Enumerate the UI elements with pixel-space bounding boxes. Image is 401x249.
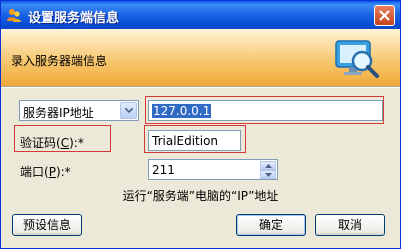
hint-text: 运行“服务端”电脑的“IP”地址 <box>122 189 279 203</box>
window-title: 设置服务端信息 <box>28 11 120 26</box>
close-button[interactable] <box>374 5 395 26</box>
header-divider <box>1 86 400 88</box>
dialog-window: 设置服务端信息 录入服务器端信息 服务器IP地址 127.0.0.1 验证码(C… <box>0 0 401 249</box>
ok-button[interactable]: 确定 <box>236 214 306 236</box>
chevron-down-icon <box>125 108 133 113</box>
highlight-box-code <box>144 125 246 153</box>
highlight-box-code-label <box>14 125 111 152</box>
cancel-button[interactable]: 取消 <box>315 214 385 236</box>
header-text: 录入服务器端信息 <box>11 54 108 68</box>
address-type-value: 服务器IP地址 <box>23 106 94 120</box>
port-label: 端口(P):* <box>20 165 71 179</box>
port-value: 211 <box>152 163 175 177</box>
port-input[interactable]: 211 <box>148 159 278 180</box>
address-type-select[interactable]: 服务器IP地址 <box>19 100 139 121</box>
dropdown-button[interactable] <box>120 102 137 119</box>
arrow-up-icon <box>265 164 272 168</box>
highlight-box-ip <box>145 96 384 124</box>
app-icon <box>6 7 22 23</box>
monitor-search-icon <box>335 40 379 78</box>
port-decrement-button[interactable] <box>260 170 276 179</box>
preset-info-button[interactable]: 预设信息 <box>12 214 82 236</box>
title-bar[interactable]: 设置服务端信息 <box>1 1 400 29</box>
header-banner: 录入服务器端信息 <box>1 29 400 86</box>
port-increment-button[interactable] <box>260 161 276 170</box>
close-icon <box>379 10 390 21</box>
arrow-down-icon <box>265 173 272 177</box>
